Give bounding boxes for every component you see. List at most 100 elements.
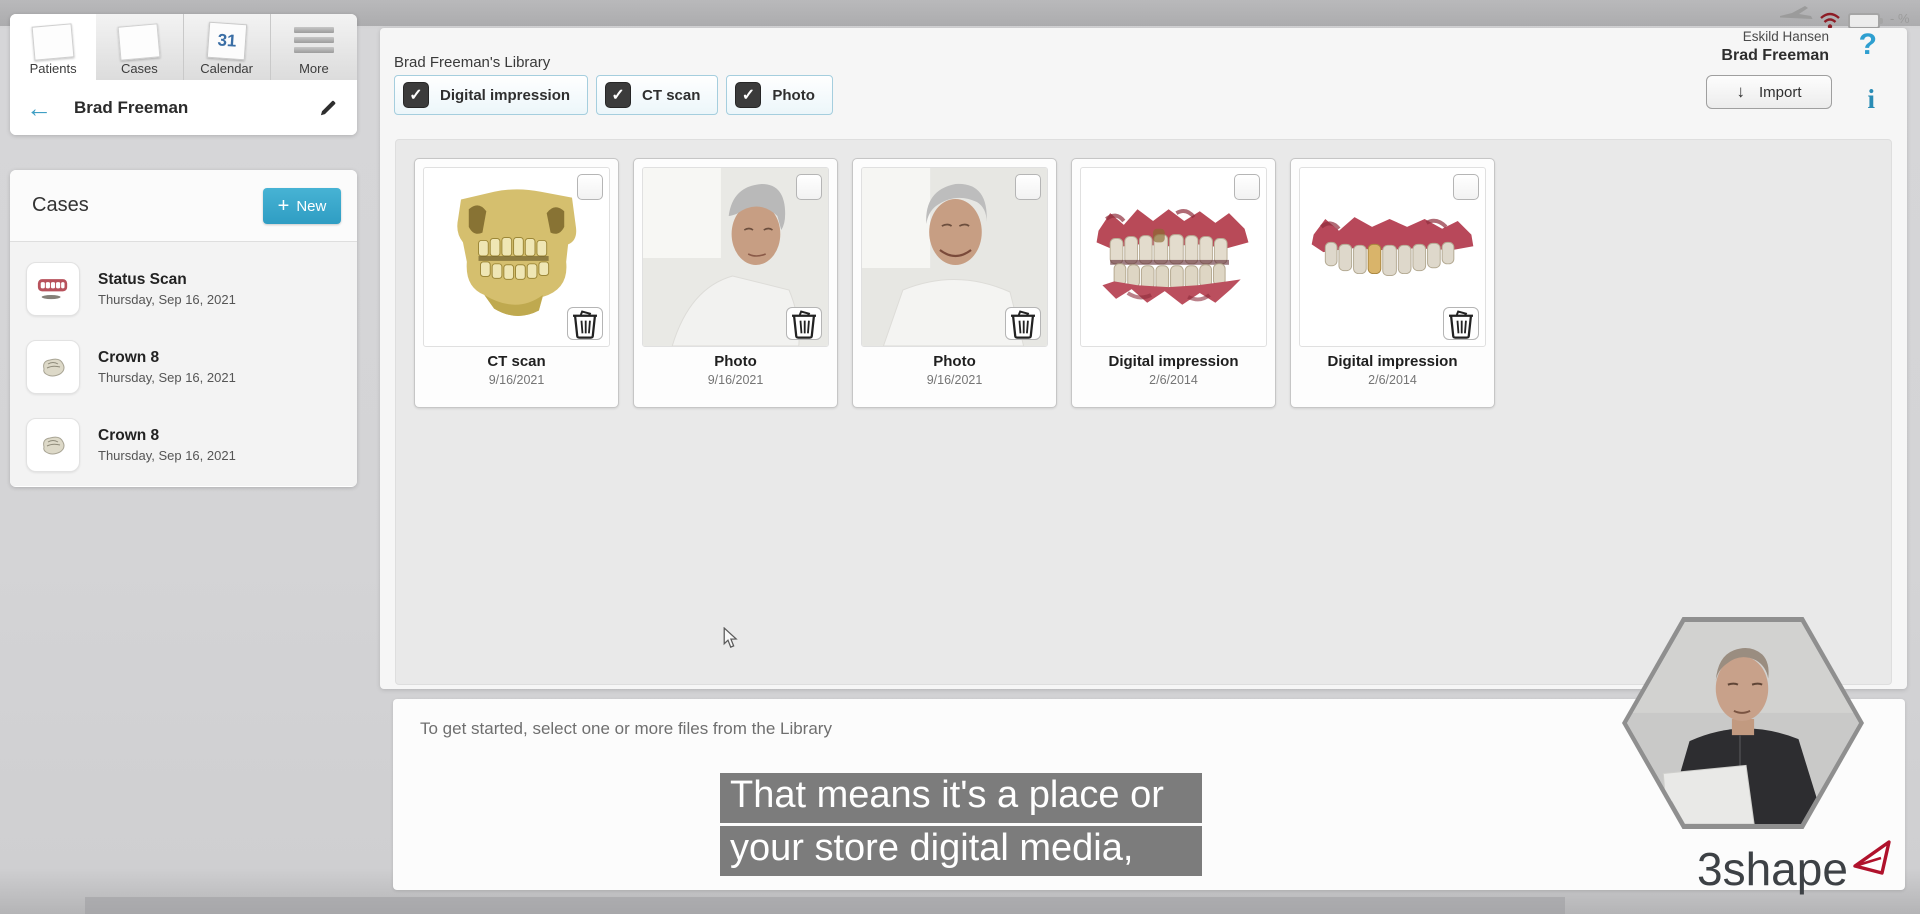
plus-icon: + <box>278 196 290 216</box>
more-icon <box>294 27 334 53</box>
tab-more[interactable]: More <box>270 14 357 80</box>
file-card-impression-1[interactable]: Digital impression 2/6/2014 <box>1071 158 1276 408</box>
import-label: Import <box>1759 84 1802 101</box>
delete-file-button[interactable] <box>1443 307 1479 340</box>
back-arrow-icon[interactable]: ← <box>26 95 52 121</box>
file-date: 2/6/2014 <box>1291 373 1494 387</box>
battery-icon <box>1848 13 1880 29</box>
impression-thumbnail <box>1080 167 1267 347</box>
file-label: Digital impression <box>1072 353 1275 370</box>
trash-icon <box>1444 308 1478 339</box>
checkbox-checked-icon: ✓ <box>605 82 631 108</box>
sidebar-tab-strip: Patients Cases 31 Calendar More <box>10 14 357 80</box>
cases-list: Status Scan Thursday, Sep 16, 2021 Crown… <box>10 242 357 486</box>
file-date: 9/16/2021 <box>415 373 618 387</box>
trash-icon <box>568 308 602 339</box>
patient-name: Brad Freeman <box>74 98 315 118</box>
filter-label: CT scan <box>642 87 700 104</box>
file-label: CT scan <box>415 353 618 370</box>
sidebar-panel: Patients Cases 31 Calendar More ← Brad F… <box>10 14 357 135</box>
file-select-checkbox[interactable] <box>1453 174 1479 200</box>
filter-bar: ✓ Digital impression ✓ CT scan ✓ Photo <box>394 75 833 115</box>
filter-label: Digital impression <box>440 87 570 104</box>
case-item[interactable]: Crown 8 Thursday, Sep 16, 2021 <box>10 406 357 484</box>
mouse-cursor <box>723 627 738 654</box>
caption-line-2: your store digital media, <box>720 826 1202 876</box>
airplane-icon <box>1778 4 1814 29</box>
3shape-logo-text: 3shape <box>1697 842 1848 896</box>
trash-icon <box>787 308 821 339</box>
info-icon[interactable]: i <box>1867 84 1875 115</box>
trash-icon <box>1006 308 1040 339</box>
delete-file-button[interactable] <box>567 307 603 340</box>
case-item[interactable]: Status Scan Thursday, Sep 16, 2021 <box>10 250 357 328</box>
library-title: Brad Freeman's Library <box>394 54 550 71</box>
delete-file-button[interactable] <box>786 307 822 340</box>
import-button[interactable]: ↓ Import <box>1706 75 1832 109</box>
file-card-photo-2[interactable]: Photo 9/16/2021 <box>852 158 1057 408</box>
file-cards-row: CT scan 9/16/2021 <box>396 140 1891 408</box>
file-select-checkbox[interactable] <box>577 174 603 200</box>
getting-started-hint: To get started, select one or more files… <box>420 719 832 739</box>
file-card-impression-2[interactable]: Digital impression 2/6/2014 <box>1290 158 1495 408</box>
file-card-photo-1[interactable]: Photo 9/16/2021 <box>633 158 838 408</box>
battery-percent-label: - % <box>1890 11 1910 26</box>
crown-icon <box>26 418 80 472</box>
photo-thumbnail <box>642 167 829 347</box>
ct-scan-thumbnail <box>423 167 610 347</box>
crown-icon <box>26 340 80 394</box>
pencil-icon <box>318 98 338 118</box>
patient-header-row: ← Brad Freeman <box>10 80 357 135</box>
current-patient: Brad Freeman <box>1721 45 1829 66</box>
help-icon[interactable]: ? <box>1859 28 1877 62</box>
status-scan-icon <box>26 262 80 316</box>
library-panel: Brad Freeman's Library ✓ Digital impress… <box>380 28 1907 689</box>
case-title: Crown 8 <box>98 349 236 367</box>
checkbox-checked-icon: ✓ <box>403 82 429 108</box>
filter-digital-impression[interactable]: ✓ Digital impression <box>394 75 588 115</box>
caption-line-1: That means it's a place or <box>720 773 1202 823</box>
file-label: Photo <box>853 353 1056 370</box>
filter-photo[interactable]: ✓ Photo <box>726 75 833 115</box>
filter-label: Photo <box>772 87 815 104</box>
impression-thumbnail <box>1299 167 1486 347</box>
tab-label: Cases <box>121 61 158 76</box>
download-arrow-icon: ↓ <box>1736 82 1745 102</box>
video-captions: That means it's a place or your store di… <box>720 773 1202 876</box>
file-card-ct-scan[interactable]: CT scan 9/16/2021 <box>414 158 619 408</box>
photo-thumbnail <box>861 167 1048 347</box>
library-files-area: CT scan 9/16/2021 <box>395 139 1892 685</box>
case-date: Thursday, Sep 16, 2021 <box>98 448 236 463</box>
3shape-logo-triangle-icon <box>1850 836 1894 883</box>
new-case-label: New <box>296 198 326 215</box>
file-label: Photo <box>634 353 837 370</box>
file-label: Digital impression <box>1291 353 1494 370</box>
cases-header: Cases + New <box>10 170 357 242</box>
file-select-checkbox[interactable] <box>1234 174 1260 200</box>
patients-icon <box>32 23 75 60</box>
tab-label: More <box>299 61 329 76</box>
tab-calendar[interactable]: 31 Calendar <box>183 14 270 80</box>
case-title: Crown 8 <box>98 427 236 445</box>
checkbox-checked-icon: ✓ <box>735 82 761 108</box>
calendar-icon: 31 <box>206 22 246 61</box>
tab-label: Patients <box>30 61 77 76</box>
new-case-button[interactable]: + New <box>263 188 341 224</box>
case-item[interactable]: Crown 8 Thursday, Sep 16, 2021 <box>10 328 357 406</box>
cases-panel: Cases + New Status Scan Thursday, Sep 16… <box>10 170 357 487</box>
filter-ct-scan[interactable]: ✓ CT scan <box>596 75 718 115</box>
case-date: Thursday, Sep 16, 2021 <box>98 292 236 307</box>
file-select-checkbox[interactable] <box>796 174 822 200</box>
tab-label: Calendar <box>200 61 253 76</box>
cases-icon <box>118 23 161 60</box>
delete-file-button[interactable] <box>1005 307 1041 340</box>
tab-cases[interactable]: Cases <box>96 14 182 80</box>
edit-patient-button[interactable] <box>315 95 341 121</box>
file-date: 9/16/2021 <box>634 373 837 387</box>
cases-title: Cases <box>32 194 89 217</box>
logged-in-user: Eskild Hansen <box>1721 29 1829 45</box>
tab-patients[interactable]: Patients <box>10 14 96 80</box>
file-select-checkbox[interactable] <box>1015 174 1041 200</box>
video-scrubber-strip <box>85 897 1565 914</box>
case-title: Status Scan <box>98 271 236 289</box>
